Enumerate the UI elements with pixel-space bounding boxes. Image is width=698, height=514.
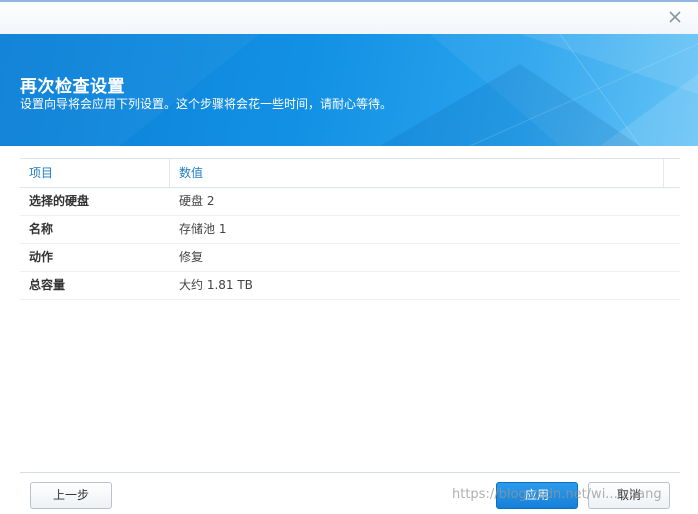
close-icon xyxy=(669,11,681,23)
table-row: 动作 修复 xyxy=(20,244,680,272)
table-row: 选择的硬盘 硬盘 2 xyxy=(20,188,680,216)
row-key: 总容量 xyxy=(29,278,66,292)
settings-summary-table: 项目 数值 选择的硬盘 硬盘 2 名称 存储池 1 动作 修复 总容量 大约 1… xyxy=(20,158,680,300)
column-header-spacer xyxy=(664,159,680,187)
row-key: 名称 xyxy=(29,222,54,236)
column-header-item[interactable]: 项目 xyxy=(20,159,170,187)
table-header: 项目 数值 xyxy=(20,158,680,188)
cancel-button[interactable]: 取消 xyxy=(588,482,670,509)
row-value: 存储池 1 xyxy=(179,222,227,236)
wizard-banner: 再次检查设置 设置向导将会应用下列设置。这个步骤将会花一些时间，请耐心等待。 xyxy=(0,34,698,146)
footer-divider xyxy=(20,472,680,473)
table-row: 名称 存储池 1 xyxy=(20,216,680,244)
row-value: 硬盘 2 xyxy=(179,194,215,208)
apply-button[interactable]: 应用 xyxy=(496,482,578,509)
title-bar-accent-line xyxy=(0,0,698,2)
title-bar xyxy=(0,0,698,34)
table-row: 总容量 大约 1.81 TB xyxy=(20,272,680,300)
row-key: 选择的硬盘 xyxy=(29,194,90,208)
wizard-subtitle: 设置向导将会应用下列设置。这个步骤将会花一些时间，请耐心等待。 xyxy=(20,97,393,111)
wizard-title: 再次检查设置 xyxy=(20,77,125,97)
column-header-value[interactable]: 数值 xyxy=(170,159,664,187)
row-value: 修复 xyxy=(179,250,204,264)
row-key: 动作 xyxy=(29,250,54,264)
close-button[interactable] xyxy=(666,8,684,26)
previous-step-button[interactable]: 上一步 xyxy=(30,482,112,509)
row-value: 大约 1.81 TB xyxy=(179,278,253,292)
